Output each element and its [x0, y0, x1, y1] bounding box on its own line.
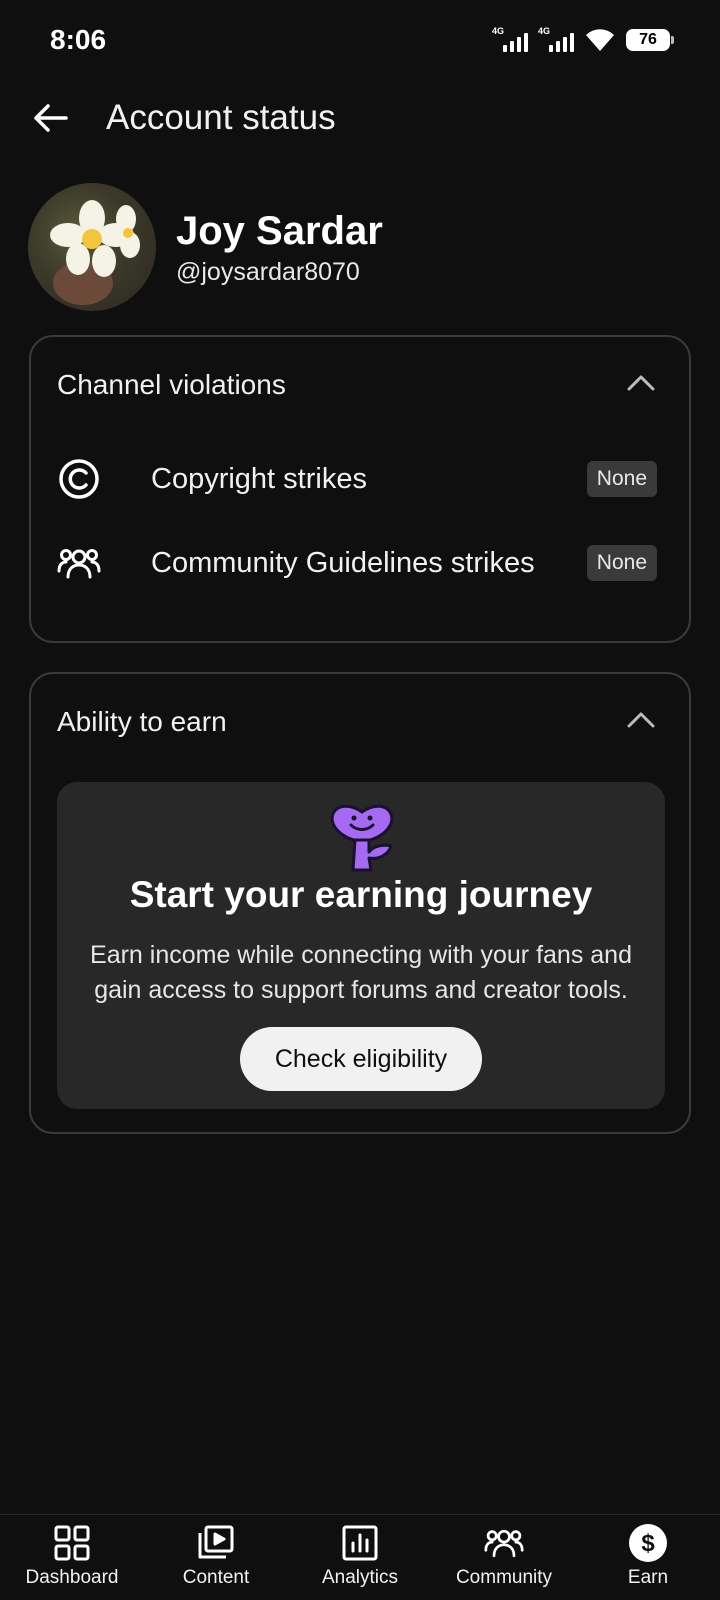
card-title: Channel violations: [57, 369, 286, 400]
avatar[interactable]: [28, 183, 156, 311]
community-strikes-row[interactable]: Community Guidelines strikes None: [57, 541, 667, 585]
row-label: Community Guidelines strikes: [151, 547, 535, 579]
earn-description: Earn income while connecting with your f…: [90, 941, 632, 1004]
nav-content[interactable]: Content: [144, 1515, 288, 1600]
wifi-icon: [586, 29, 614, 51]
check-eligibility-button[interactable]: Check eligibility: [240, 1027, 482, 1091]
mascot-illustration: [330, 804, 394, 872]
back-button[interactable]: [28, 96, 72, 140]
page-title: Account status: [106, 98, 336, 137]
nav-label: Dashboard: [25, 1567, 119, 1588]
app-bar: Account status: [0, 92, 720, 148]
signal-icon: 4G: [492, 26, 528, 54]
svg-text:$: $: [641, 1530, 655, 1557]
community-icon: [484, 1529, 524, 1558]
channel-violations-card: Channel violations Copyright strikes Non…: [29, 335, 691, 643]
nav-label: Analytics: [321, 1567, 399, 1588]
nav-label: Content: [182, 1567, 250, 1588]
status-icons: 4G 4G 76: [492, 26, 674, 54]
nav-label: Community: [455, 1567, 553, 1588]
nav-earn[interactable]: $ Earn: [576, 1515, 720, 1600]
copyright-icon: [59, 459, 99, 499]
nav-community[interactable]: Community: [432, 1515, 576, 1600]
earning-journey-panel: Start your earning journey Earn income w…: [57, 782, 665, 1109]
status-time: 8:06: [50, 24, 107, 55]
row-label: Copyright strikes: [151, 463, 367, 495]
channel-handle: @joysardar8070: [176, 258, 360, 286]
chevron-up-icon[interactable]: [623, 371, 659, 395]
nav-dashboard[interactable]: Dashboard: [0, 1515, 144, 1600]
nav-analytics[interactable]: Analytics: [288, 1515, 432, 1600]
dollar-icon: $: [629, 1524, 667, 1562]
battery-icon: 76: [626, 29, 674, 51]
community-icon: [57, 549, 101, 579]
earn-headline: Start your earning journey: [129, 874, 593, 915]
content-icon: [198, 1525, 234, 1559]
arrow-left-icon: [34, 104, 68, 132]
channel-name: Joy Sardar: [176, 209, 383, 253]
status-badge: None: [586, 545, 657, 581]
copyright-strikes-row[interactable]: Copyright strikes None: [57, 457, 667, 501]
status-badge: None: [586, 461, 657, 497]
dashboard-icon: [54, 1525, 90, 1561]
battery-level: 76: [639, 31, 657, 48]
ability-to-earn-card: Ability to earn Start your earning journ…: [29, 672, 691, 1134]
card-title: Ability to earn: [57, 706, 227, 737]
signal-icon: 4G: [538, 26, 574, 54]
analytics-icon: [342, 1525, 378, 1561]
bottom-navigation: Dashboard Content Analytics Community $ …: [0, 1514, 720, 1600]
chevron-up-icon[interactable]: [623, 708, 659, 732]
flower-avatar-image: [50, 200, 140, 305]
channel-profile: Joy Sardar @joysardar8070: [28, 183, 692, 311]
status-bar: 8:06 4G 4G 76: [0, 0, 720, 88]
nav-label: Earn: [627, 1567, 669, 1588]
